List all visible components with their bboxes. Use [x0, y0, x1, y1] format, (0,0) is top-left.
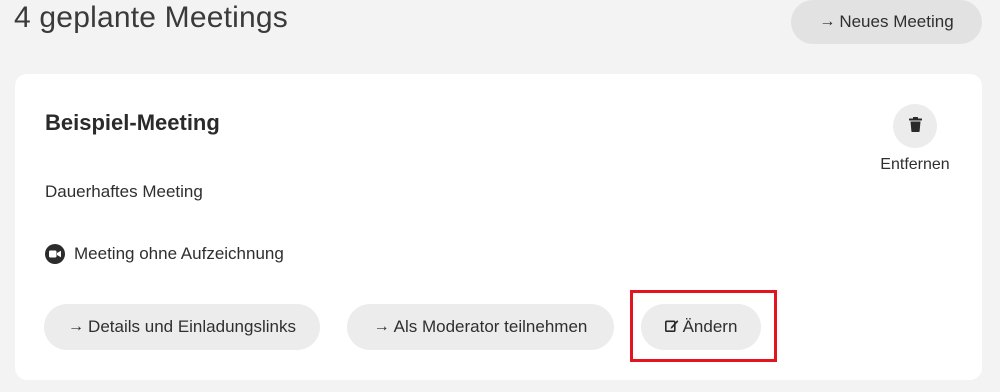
remove-button[interactable]: [893, 104, 937, 148]
trash-icon: [908, 117, 922, 135]
new-meeting-label: Neues Meeting: [839, 12, 954, 31]
arrow-right-icon: →: [373, 318, 390, 335]
join-as-moderator-button[interactable]: → Als Moderator teilnehmen: [347, 304, 614, 350]
edit-label: Ändern: [682, 317, 738, 336]
meeting-type: Dauerhaftes Meeting: [45, 182, 203, 201]
details-button[interactable]: → Details und Einladungslinks: [44, 304, 320, 350]
video-camera-icon: [45, 244, 65, 264]
arrow-right-icon: →: [819, 13, 836, 30]
remove-label: Entfernen: [880, 156, 950, 173]
new-meeting-button[interactable]: → Neues Meeting: [791, 0, 982, 44]
recording-status: Meeting ohne Aufzeichnung: [45, 244, 284, 264]
edit-icon: [664, 317, 679, 337]
remove-meeting: Entfernen: [873, 104, 957, 174]
details-label: Details und Einladungslinks: [88, 317, 296, 336]
meeting-card: Beispiel-Meeting Entfernen Dauerhaftes M…: [15, 74, 982, 380]
edit-button[interactable]: Ändern: [641, 304, 761, 350]
meeting-title: Beispiel-Meeting: [45, 110, 220, 135]
page-title: 4 geplante Meetings: [14, 1, 288, 34]
recording-label: Meeting ohne Aufzeichnung: [74, 244, 284, 263]
arrow-right-icon: →: [68, 318, 85, 335]
moderator-label: Als Moderator teilnehmen: [393, 317, 588, 336]
